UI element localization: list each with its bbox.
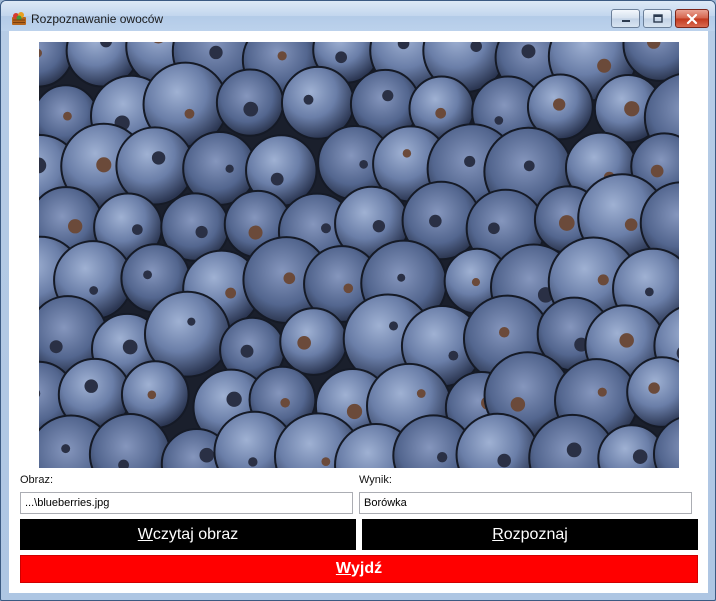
title-bar[interactable]: Rozpoznawanie owoców — [1, 1, 715, 31]
main-window: Rozpoznawanie owoców Obraz: Wynik: ...\b… — [0, 0, 716, 601]
blueberries-picture — [39, 42, 679, 468]
image-label: Obraz: — [20, 474, 54, 486]
exit-mnemonic: W — [335, 560, 351, 577]
fruit-image — [39, 42, 679, 468]
recognize-button[interactable]: Rozpoznaj — [362, 519, 698, 550]
fruit-basket-icon — [12, 12, 26, 25]
recognize-label: ozpoznaj — [503, 525, 568, 543]
close-icon — [686, 13, 698, 24]
maximize-button[interactable] — [643, 9, 672, 28]
minimize-icon — [621, 19, 630, 22]
image-path-field[interactable]: ...\blueberries.jpg — [20, 492, 353, 514]
recognize-mnemonic: R — [492, 525, 504, 543]
result-field[interactable]: Borówka — [359, 492, 692, 514]
exit-button[interactable]: Wyjdź — [20, 555, 698, 583]
load-image-label: czytaj obraz — [152, 525, 239, 543]
client-area: Obraz: Wynik: ...\blueberries.jpg Borówk… — [9, 31, 708, 593]
result-label: Wynik: — [359, 474, 392, 486]
exit-label: yjdź — [350, 560, 383, 577]
window-title: Rozpoznawanie owoców — [31, 12, 164, 26]
load-image-mnemonic: W — [137, 525, 153, 543]
maximize-icon — [652, 14, 663, 23]
close-button[interactable] — [675, 9, 709, 28]
minimize-button[interactable] — [611, 9, 640, 28]
load-image-button[interactable]: Wczytaj obraz — [20, 519, 356, 550]
